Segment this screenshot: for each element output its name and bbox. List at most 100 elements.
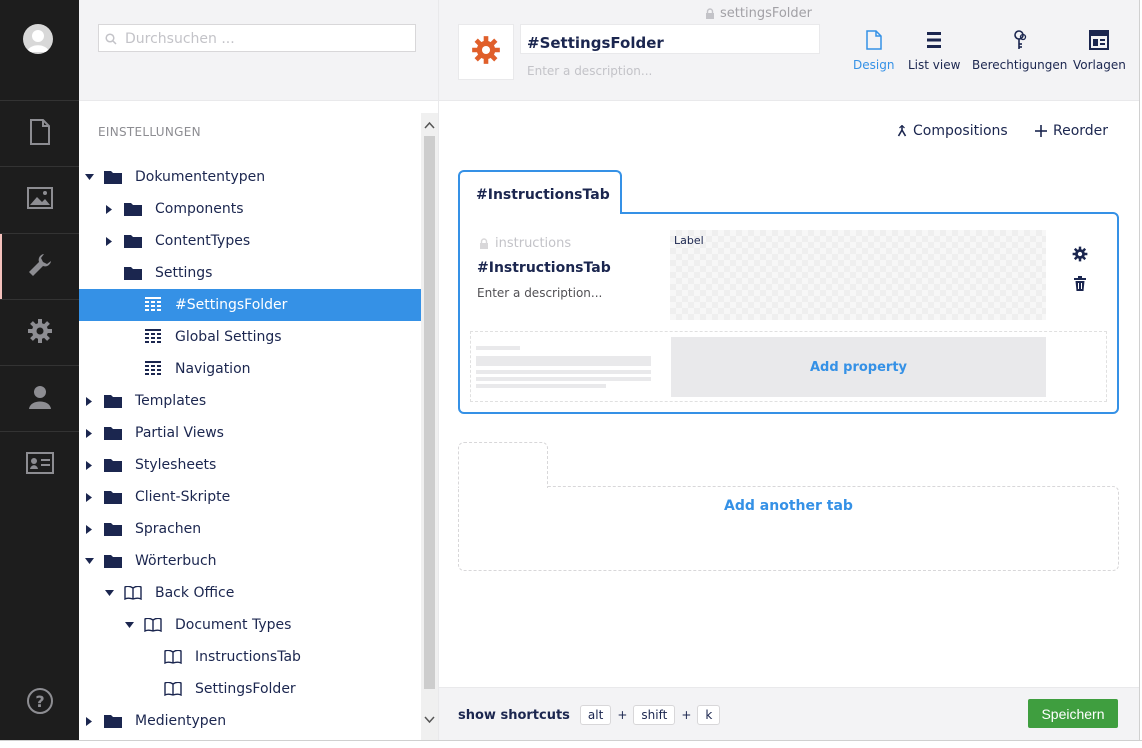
tree-item-label: Global Settings	[175, 329, 282, 345]
tree-item[interactable]: Medientypen	[79, 705, 421, 737]
caret-right-icon[interactable]	[103, 225, 115, 257]
design-label: Design	[853, 58, 895, 72]
tree-item-label: Navigation	[175, 361, 251, 377]
caret-right-icon[interactable]	[103, 193, 115, 225]
wrench-icon	[27, 252, 53, 282]
tree-item[interactable]: Templates	[79, 385, 421, 417]
tree-item-label: Client-Skripte	[135, 489, 231, 505]
doctype-description-input[interactable]: Enter a description...	[527, 64, 652, 78]
ghost-tab	[458, 442, 548, 488]
scroll-up-arrow[interactable]	[424, 117, 435, 129]
members-section-button[interactable]	[0, 431, 79, 498]
tree-item[interactable]: Client-Skripte	[79, 481, 421, 513]
tree-item[interactable]: Sprachen	[79, 513, 421, 545]
shortcuts[interactable]: show shortcuts alt + shift + k	[458, 705, 721, 725]
caret-spacer	[143, 673, 155, 705]
design-button[interactable]: Design	[853, 28, 894, 74]
compositions-button[interactable]: Compositions	[897, 123, 1008, 139]
settings-gear-icon[interactable]	[1072, 246, 1088, 266]
tree-search[interactable]	[98, 24, 416, 52]
user-avatar[interactable]	[23, 24, 53, 54]
caret-right-icon[interactable]	[83, 705, 95, 737]
templates-button[interactable]: Vorlagen	[1073, 28, 1126, 74]
reorder-label: Reorder	[1053, 123, 1109, 139]
tree-item[interactable]: Document Types	[79, 609, 421, 641]
doctype-alias[interactable]: settingsFolder	[705, 6, 812, 21]
book-icon	[143, 615, 163, 635]
caret-spacer	[123, 353, 135, 385]
save-button[interactable]: Speichern	[1028, 699, 1118, 728]
add-property-button[interactable]: Add property	[671, 337, 1046, 397]
tree-item[interactable]: Navigation	[79, 353, 421, 385]
caret-right-icon[interactable]	[83, 481, 95, 513]
caret-down-icon[interactable]	[123, 609, 135, 641]
tree-item[interactable]: Wörterbuch	[79, 545, 421, 577]
caret-spacer	[103, 257, 115, 289]
tree-item[interactable]: Partial Views	[79, 417, 421, 449]
settings-section-button[interactable]	[0, 233, 79, 300]
tree-item[interactable]: Dokumententypen	[79, 161, 421, 193]
tree-item-label: ContentTypes	[155, 233, 251, 249]
tree-item[interactable]: Settings	[79, 257, 421, 289]
tab-alias[interactable]: instructions	[479, 236, 571, 251]
document-icon	[29, 119, 51, 149]
shortcuts-label[interactable]: show shortcuts	[458, 708, 570, 723]
ghost-line	[476, 370, 651, 374]
caret-right-icon[interactable]	[83, 417, 95, 449]
move-icon	[1035, 125, 1047, 137]
tree-section-title: EINSTELLUNGEN	[98, 125, 201, 139]
caret-down-icon[interactable]	[83, 161, 95, 193]
book-icon	[163, 647, 183, 667]
tree-item[interactable]: Stylesheets	[79, 449, 421, 481]
tree-item[interactable]: Back Office	[79, 577, 421, 609]
folder-icon	[123, 231, 143, 251]
trash-icon[interactable]	[1074, 276, 1086, 295]
content-section-button[interactable]	[0, 100, 79, 167]
key-k: k	[697, 705, 721, 725]
tree-item[interactable]: #SettingsFolder	[79, 289, 421, 321]
tree-item[interactable]: ContentTypes	[79, 225, 421, 257]
user-icon	[27, 384, 53, 414]
caret-down-icon[interactable]	[83, 545, 95, 577]
caret-right-icon[interactable]	[83, 513, 95, 545]
caret-down-icon[interactable]	[103, 577, 115, 609]
id-card-icon	[25, 452, 54, 478]
merge-icon	[897, 125, 907, 137]
gear-icon	[27, 318, 53, 348]
help-button[interactable]: ?	[0, 685, 79, 721]
tree-scrollbar-thumb[interactable]	[424, 136, 435, 689]
add-tab-area[interactable]: Add another tab	[458, 486, 1119, 571]
ghost-line	[476, 384, 606, 388]
doctype-icon-picker[interactable]	[458, 24, 514, 80]
compositions-label: Compositions	[913, 123, 1008, 139]
list-view-button[interactable]: List view	[908, 28, 960, 74]
tab-instructions[interactable]: #InstructionsTab	[458, 170, 622, 214]
users-section-button[interactable]	[0, 365, 79, 432]
key-alt: alt	[579, 705, 612, 725]
list-icon	[927, 28, 942, 52]
search-input[interactable]	[123, 27, 407, 51]
layout-icon	[1089, 28, 1110, 52]
media-section-button[interactable]	[0, 166, 79, 233]
permissions-button[interactable]: Berechtigungen	[972, 28, 1067, 74]
folder-icon	[123, 263, 143, 283]
add-property-row: Add property	[470, 331, 1107, 402]
scroll-down-arrow[interactable]	[424, 710, 435, 724]
search-icon	[105, 33, 117, 45]
caret-right-icon[interactable]	[83, 449, 95, 481]
packages-section-button[interactable]	[0, 299, 79, 366]
group-name-input[interactable]: #InstructionsTab	[477, 260, 611, 276]
add-another-tab-button[interactable]: Add another tab	[724, 498, 853, 514]
tab-title: #InstructionsTab	[476, 187, 610, 203]
doctype-name-input[interactable]: #SettingsFolder	[520, 24, 820, 54]
caret-right-icon[interactable]	[83, 385, 95, 417]
tree-item[interactable]: Components	[79, 193, 421, 225]
tree-item[interactable]: Global Settings	[79, 321, 421, 353]
tree-item-label: Wörterbuch	[135, 553, 217, 569]
tree-item[interactable]: SettingsFolder	[79, 673, 421, 705]
reorder-button[interactable]: Reorder	[1035, 123, 1108, 139]
group-description-input[interactable]: Enter a description...	[477, 286, 602, 300]
tree-item-label: Medientypen	[135, 713, 227, 729]
tree-item[interactable]: InstructionsTab	[79, 641, 421, 673]
tree-item-label: Settings	[155, 265, 213, 281]
